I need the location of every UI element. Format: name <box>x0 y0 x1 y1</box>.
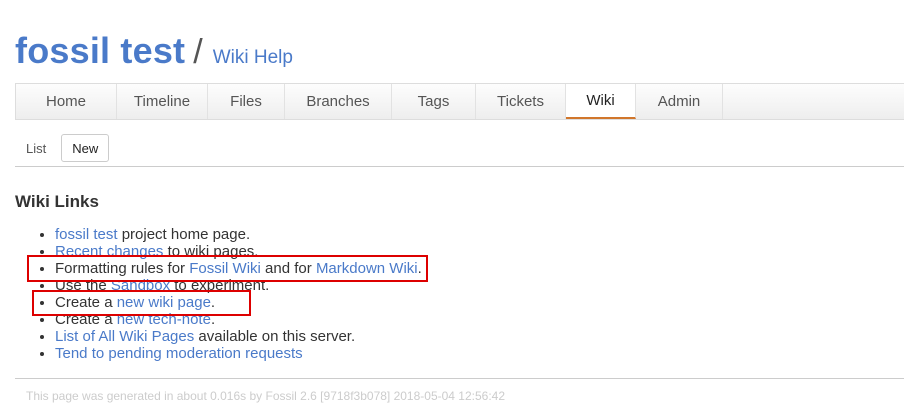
footer-divider <box>15 378 904 379</box>
main-menu: Home Timeline Files Branches Tags Ticket… <box>15 83 904 120</box>
menu-branches[interactable]: Branches <box>285 84 392 119</box>
wiki-links-heading: Wiki Links <box>15 192 99 211</box>
list-item: Tend to pending moderation requests <box>55 345 422 362</box>
menu-wiki[interactable]: Wiki <box>566 84 636 119</box>
footer-text: This page was generated in about 0.016s … <box>26 389 506 403</box>
menu-tags[interactable]: Tags <box>392 84 476 119</box>
menu-files[interactable]: Files <box>208 84 285 119</box>
submenu-divider <box>15 166 904 167</box>
home-page-link[interactable]: fossil test <box>55 226 118 243</box>
title-separator: / <box>193 33 203 71</box>
menu-admin[interactable]: Admin <box>636 84 723 119</box>
list-item-text: available on this server. <box>194 328 356 345</box>
list-item-text: project home page. <box>117 226 251 243</box>
list-item: List of All Wiki Pages available on this… <box>55 328 422 345</box>
page-title[interactable]: Wiki Help <box>213 47 293 68</box>
menu-home[interactable]: Home <box>16 84 117 119</box>
menu-tickets[interactable]: Tickets <box>476 84 566 119</box>
highlight-box-formatting-rules <box>27 255 428 282</box>
menu-timeline[interactable]: Timeline <box>117 84 208 119</box>
list-item: fossil test project home page. <box>55 226 422 243</box>
page-header: fossil test / Wiki Help <box>15 30 293 72</box>
project-title[interactable]: fossil test <box>15 30 185 71</box>
moderation-requests-link[interactable]: Tend to pending moderation requests <box>55 345 303 362</box>
submenu: List New <box>26 134 110 162</box>
submenu-new-button[interactable]: New <box>61 134 110 162</box>
all-wiki-pages-link[interactable]: List of All Wiki Pages <box>55 328 194 345</box>
highlight-box-new-wiki-page <box>32 290 251 316</box>
submenu-list-link[interactable]: List <box>26 141 46 156</box>
